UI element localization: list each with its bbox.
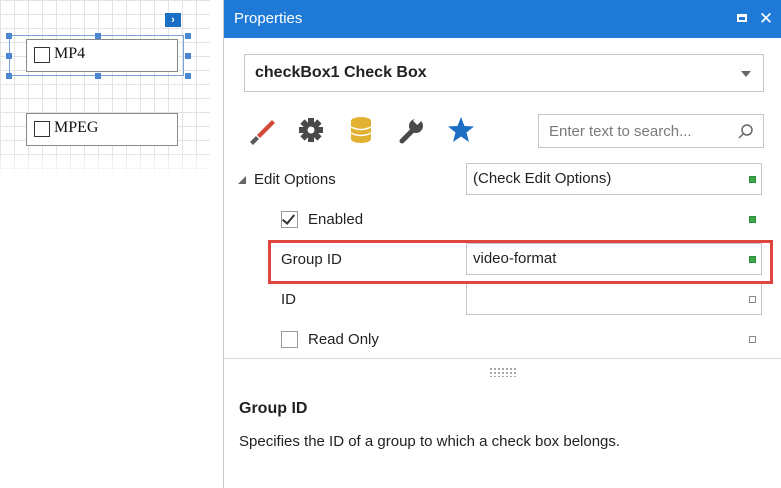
maximize-button[interactable] bbox=[732, 9, 752, 29]
database-icon bbox=[350, 117, 372, 143]
highlight-box bbox=[268, 240, 773, 284]
property-marker-icon[interactable] bbox=[749, 296, 756, 303]
property-name: Edit Options bbox=[254, 171, 336, 188]
property-row-enabled[interactable]: Enabled bbox=[224, 200, 781, 240]
resize-handle[interactable] bbox=[6, 73, 12, 79]
id-input[interactable] bbox=[466, 283, 762, 315]
resize-handle[interactable] bbox=[6, 53, 12, 59]
tab-tools[interactable] bbox=[394, 112, 428, 148]
resize-handle[interactable] bbox=[95, 73, 101, 79]
resize-handle[interactable] bbox=[185, 73, 191, 79]
gear-icon bbox=[299, 118, 323, 142]
enabled-checkbox[interactable] bbox=[281, 211, 298, 228]
property-search-input[interactable]: Enter text to search... bbox=[538, 114, 764, 148]
description-text: Specifies the ID of a group to which a c… bbox=[239, 433, 621, 450]
resize-handle[interactable] bbox=[6, 33, 12, 39]
collapse-arrow-icon[interactable] bbox=[238, 176, 246, 184]
checkbox-label: MP4 bbox=[54, 45, 86, 62]
checkbox-square bbox=[34, 47, 50, 63]
description-title: Group ID bbox=[239, 400, 308, 417]
maximize-icon bbox=[737, 14, 747, 22]
property-value-field[interactable]: (Check Edit Options) bbox=[466, 163, 762, 195]
checkbox-control-mpeg[interactable]: MPEG bbox=[26, 113, 178, 146]
wrench-icon bbox=[399, 115, 423, 144]
brush-icon bbox=[250, 120, 275, 145]
property-value: (Check Edit Options) bbox=[473, 170, 612, 187]
property-marker-icon[interactable] bbox=[749, 216, 756, 223]
grip-icon[interactable] bbox=[489, 367, 517, 377]
resize-handle[interactable] bbox=[185, 53, 191, 59]
star-icon bbox=[448, 117, 474, 142]
search-placeholder: Enter text to search... bbox=[549, 123, 692, 140]
close-icon: ✕ bbox=[758, 9, 774, 28]
chevron-down-icon bbox=[741, 71, 751, 77]
checkbox-square bbox=[34, 121, 50, 137]
property-row-id[interactable]: ID bbox=[224, 280, 781, 320]
designer-fade bbox=[0, 150, 210, 180]
search-icon bbox=[738, 124, 753, 139]
report-designer-surface[interactable]: › MP4 MPEG bbox=[0, 0, 210, 175]
close-button[interactable]: ✕ bbox=[756, 9, 776, 29]
panel-titlebar: Properties ✕ bbox=[224, 0, 781, 38]
tab-appearance[interactable] bbox=[244, 112, 278, 148]
checkmark-icon bbox=[281, 211, 296, 225]
tab-behavior[interactable] bbox=[294, 112, 328, 148]
read-only-checkbox[interactable] bbox=[281, 331, 298, 348]
checkbox-label: MPEG bbox=[54, 119, 99, 136]
property-name: Read Only bbox=[308, 331, 379, 348]
tab-favorites[interactable] bbox=[444, 112, 478, 148]
tab-data[interactable] bbox=[344, 112, 378, 148]
object-selector-dropdown[interactable]: checkBox1 Check Box bbox=[244, 54, 764, 92]
panel-title: Properties bbox=[234, 10, 303, 27]
checkbox-control-mp4[interactable]: MP4 bbox=[26, 39, 178, 72]
property-marker-icon[interactable] bbox=[749, 336, 756, 343]
description-splitter[interactable] bbox=[224, 358, 781, 387]
property-name: Enabled bbox=[308, 211, 364, 228]
smart-tag-button[interactable]: › bbox=[165, 13, 181, 27]
property-row-edit-options[interactable]: Edit Options (Check Edit Options) bbox=[224, 160, 781, 200]
selected-object-name: checkBox1 Check Box bbox=[255, 64, 427, 81]
property-name: ID bbox=[281, 291, 296, 308]
resize-handle[interactable] bbox=[185, 33, 191, 39]
property-marker-icon[interactable] bbox=[749, 176, 756, 183]
property-row-read-only[interactable]: Read Only bbox=[224, 320, 781, 360]
